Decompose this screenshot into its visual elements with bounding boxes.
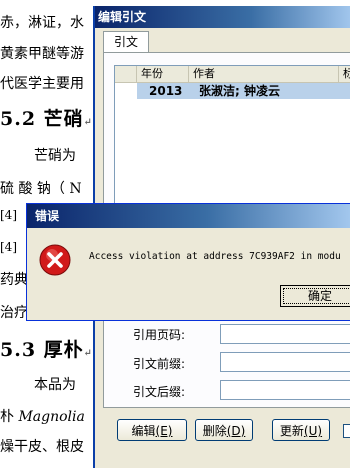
ok-button[interactable]: 确定 <box>280 285 350 307</box>
dialog-titlebar[interactable]: 编辑引文 <box>95 6 350 28</box>
doc-line: 治疗 <box>0 305 28 321</box>
doc-line: 赤，淋证，水 <box>0 15 84 31</box>
doc-line: [4] <box>0 208 17 222</box>
prefix-input[interactable] <box>220 352 350 372</box>
cell-year: 2013 <box>149 84 183 98</box>
delete-button[interactable]: 删除(D) <box>195 419 253 441</box>
error-titlebar[interactable]: 错误 <box>27 204 350 228</box>
option-checkbox[interactable] <box>343 424 350 438</box>
doc-line: 代医学主要用 <box>0 76 84 92</box>
error-message: Access violation at address 7C939AF2 in … <box>89 251 341 262</box>
table-row[interactable]: 2013 张淑洁; 钟凌云 后 <box>115 83 350 99</box>
doc-line: 燥干皮、根皮 <box>0 439 84 455</box>
page-number-input[interactable] <box>220 324 350 344</box>
cell-author: 张淑洁; 钟凌云 <box>199 84 280 98</box>
update-button[interactable]: 更新(U) <box>272 419 330 441</box>
doc-line: 黄素甲醚等游 <box>0 46 84 62</box>
column-header-year[interactable]: 年份 <box>137 66 189 82</box>
paragraph-mark-icon: ↵ <box>83 117 94 128</box>
tab-citation[interactable]: 引文 <box>103 31 149 52</box>
doc-line: [4] <box>0 240 17 254</box>
page-number-label: 引用页码: <box>133 328 186 342</box>
suffix-label: 引文后缀: <box>133 385 186 399</box>
doc-line: 硫 酸 钠（ N <box>0 181 82 197</box>
paragraph-mark-icon: ↵ <box>83 348 94 359</box>
error-icon <box>39 244 71 276</box>
edit-button[interactable]: 编辑(E) <box>117 419 187 441</box>
prefix-label: 引文前缀: <box>133 357 186 371</box>
doc-line: 本品为 <box>34 377 76 393</box>
doc-line: 朴 Magnolia <box>0 409 85 425</box>
column-header-select[interactable] <box>115 66 137 82</box>
column-header-title[interactable]: 标 <box>339 66 350 82</box>
doc-line: 药典 <box>0 272 28 288</box>
doc-line: 芒硝为 <box>34 148 76 164</box>
list-header: 年份 作者 标 <box>115 66 350 83</box>
column-header-author[interactable]: 作者 <box>189 66 339 82</box>
doc-heading: 5.2 芒硝↵ <box>0 108 94 130</box>
doc-heading: 5.3 厚朴↵ <box>0 339 94 361</box>
suffix-input[interactable] <box>220 380 350 400</box>
error-dialog: 错误 Access violation at address 7C939AF2 … <box>26 203 350 321</box>
